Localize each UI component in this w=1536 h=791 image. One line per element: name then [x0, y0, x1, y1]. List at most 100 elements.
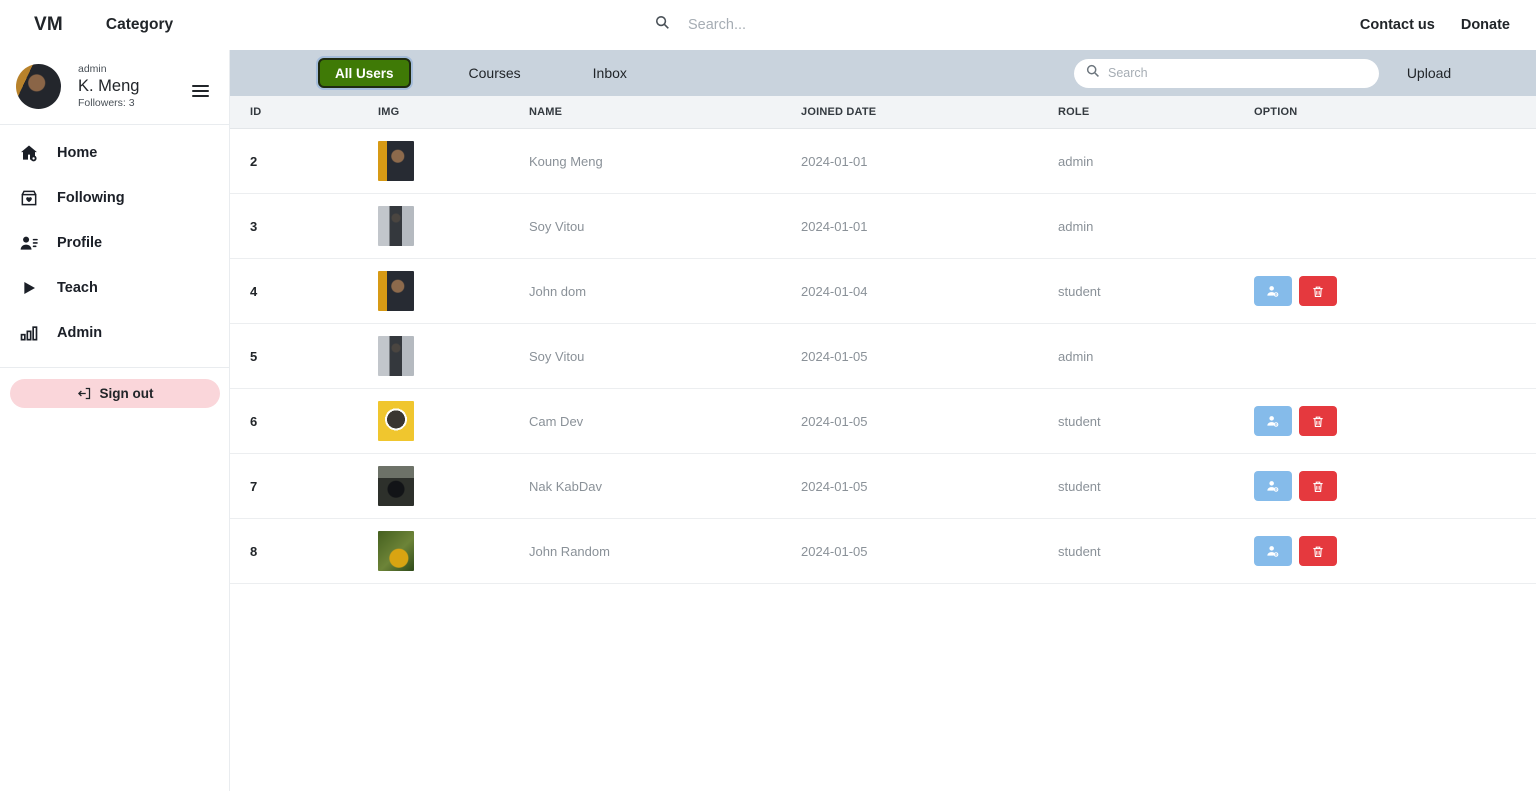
cell-img — [358, 401, 509, 441]
delete-user-button[interactable] — [1299, 471, 1337, 501]
global-search — [655, 0, 928, 50]
contact-us-link[interactable]: Contact us — [1360, 17, 1435, 33]
cell-name: John Random — [509, 544, 781, 559]
user-photo — [378, 141, 414, 181]
box-heart-icon — [18, 187, 40, 209]
promote-user-button[interactable] — [1254, 406, 1292, 436]
cell-id: 3 — [230, 219, 358, 234]
profile-info: admin K. Meng Followers: 3 — [78, 63, 139, 110]
sidebar-item-admin[interactable]: Admin — [0, 311, 229, 356]
cell-option — [1234, 276, 1536, 306]
col-header-name: NAME — [509, 106, 781, 118]
cell-role: admin — [1038, 154, 1234, 169]
sidebar-item-profile[interactable]: Profile — [0, 221, 229, 266]
table-search-input[interactable] — [1108, 66, 1348, 80]
delete-user-button[interactable] — [1299, 536, 1337, 566]
delete-user-button[interactable] — [1299, 406, 1337, 436]
user-photo — [378, 271, 414, 311]
sidebar-nav: Home Following Profile Teach Admin — [0, 125, 229, 356]
tab-inbox[interactable]: Inbox — [593, 65, 627, 81]
cell-option — [1234, 341, 1536, 371]
cell-joined-date: 2024-01-05 — [781, 414, 1038, 429]
table-row: 7 Nak KabDav 2024-01-05 student — [230, 454, 1536, 519]
cell-img — [358, 531, 509, 571]
cell-joined-date: 2024-01-05 — [781, 479, 1038, 494]
sign-out-button[interactable]: Sign out — [10, 379, 220, 408]
col-header-img: IMG — [358, 106, 509, 118]
row-actions — [1254, 406, 1536, 436]
cell-joined-date: 2024-01-01 — [781, 219, 1038, 234]
cell-id: 7 — [230, 479, 358, 494]
user-photo — [378, 336, 414, 376]
donate-link[interactable]: Donate — [1461, 17, 1510, 33]
search-icon — [1086, 64, 1100, 83]
cell-role: admin — [1038, 219, 1234, 234]
main-content: All Users Courses Inbox Upload ID IMG NA… — [230, 50, 1536, 791]
navbar-links: Contact us Donate — [1360, 17, 1536, 33]
col-header-option: OPTION — [1234, 106, 1536, 118]
tab-courses[interactable]: Courses — [469, 65, 521, 81]
sidebar-item-home[interactable]: Home — [0, 131, 229, 176]
row-actions — [1254, 471, 1536, 501]
row-actions — [1254, 276, 1536, 306]
cell-name: John dom — [509, 284, 781, 299]
table-row: 2 Koung Meng 2024-01-01 admin — [230, 129, 1536, 194]
cell-option — [1234, 146, 1536, 176]
cell-img — [358, 466, 509, 506]
upload-button[interactable]: Upload — [1379, 65, 1479, 81]
table-row: 8 John Random 2024-01-05 student — [230, 519, 1536, 584]
cell-role: student — [1038, 544, 1234, 559]
promote-user-button[interactable] — [1254, 471, 1292, 501]
cell-id: 6 — [230, 414, 358, 429]
tab-bar: All Users Courses Inbox Upload — [230, 50, 1536, 96]
sign-out-icon — [77, 386, 92, 401]
top-navbar: VM Category Contact us Donate — [0, 0, 1536, 50]
cell-name: Soy Vitou — [509, 219, 781, 234]
profile-followers: Followers: 3 — [78, 97, 139, 110]
cell-name: Soy Vitou — [509, 349, 781, 364]
row-actions — [1254, 536, 1536, 566]
cell-option — [1234, 211, 1536, 241]
cell-joined-date: 2024-01-04 — [781, 284, 1038, 299]
delete-user-button[interactable] — [1299, 276, 1337, 306]
table-row: 5 Soy Vitou 2024-01-05 admin — [230, 324, 1536, 389]
cell-id: 4 — [230, 284, 358, 299]
cell-role: student — [1038, 479, 1234, 494]
cell-id: 5 — [230, 349, 358, 364]
cell-id: 8 — [230, 544, 358, 559]
col-header-role: ROLE — [1038, 106, 1234, 118]
sidebar: admin K. Meng Followers: 3 Home Followin… — [0, 50, 230, 791]
promote-user-button[interactable] — [1254, 276, 1292, 306]
cell-role: student — [1038, 284, 1234, 299]
bar-chart-icon — [18, 322, 40, 344]
cell-name: Nak KabDav — [509, 479, 781, 494]
sign-out-label: Sign out — [100, 386, 154, 401]
avatar[interactable] — [16, 64, 61, 109]
user-photo — [378, 531, 414, 571]
category-menu[interactable]: Category — [106, 16, 173, 34]
profile-name: K. Meng — [78, 76, 139, 97]
hamburger-menu-icon[interactable] — [192, 82, 209, 100]
user-photo — [378, 466, 414, 506]
global-search-input[interactable] — [688, 17, 928, 33]
cell-role: student — [1038, 414, 1234, 429]
cell-img — [358, 141, 509, 181]
promote-user-button[interactable] — [1254, 536, 1292, 566]
sidebar-item-label: Home — [57, 145, 97, 161]
sidebar-item-teach[interactable]: Teach — [0, 266, 229, 311]
profile-card: admin K. Meng Followers: 3 — [0, 50, 229, 125]
table-header: ID IMG NAME JOINED DATE ROLE OPTION — [230, 96, 1536, 129]
sidebar-item-following[interactable]: Following — [0, 176, 229, 221]
cell-option — [1234, 406, 1536, 436]
person-lines-icon — [18, 232, 40, 254]
sidebar-divider — [0, 367, 229, 368]
cell-option — [1234, 536, 1536, 566]
play-icon — [18, 277, 40, 299]
tab-all-users[interactable]: All Users — [318, 58, 411, 88]
col-header-id: ID — [230, 106, 358, 118]
table-body: 2 Koung Meng 2024-01-01 admin 3 — [230, 129, 1536, 584]
table-row: 3 Soy Vitou 2024-01-01 admin — [230, 194, 1536, 259]
profile-role: admin — [78, 63, 139, 76]
search-icon — [655, 15, 670, 35]
sidebar-item-label: Profile — [57, 235, 102, 251]
